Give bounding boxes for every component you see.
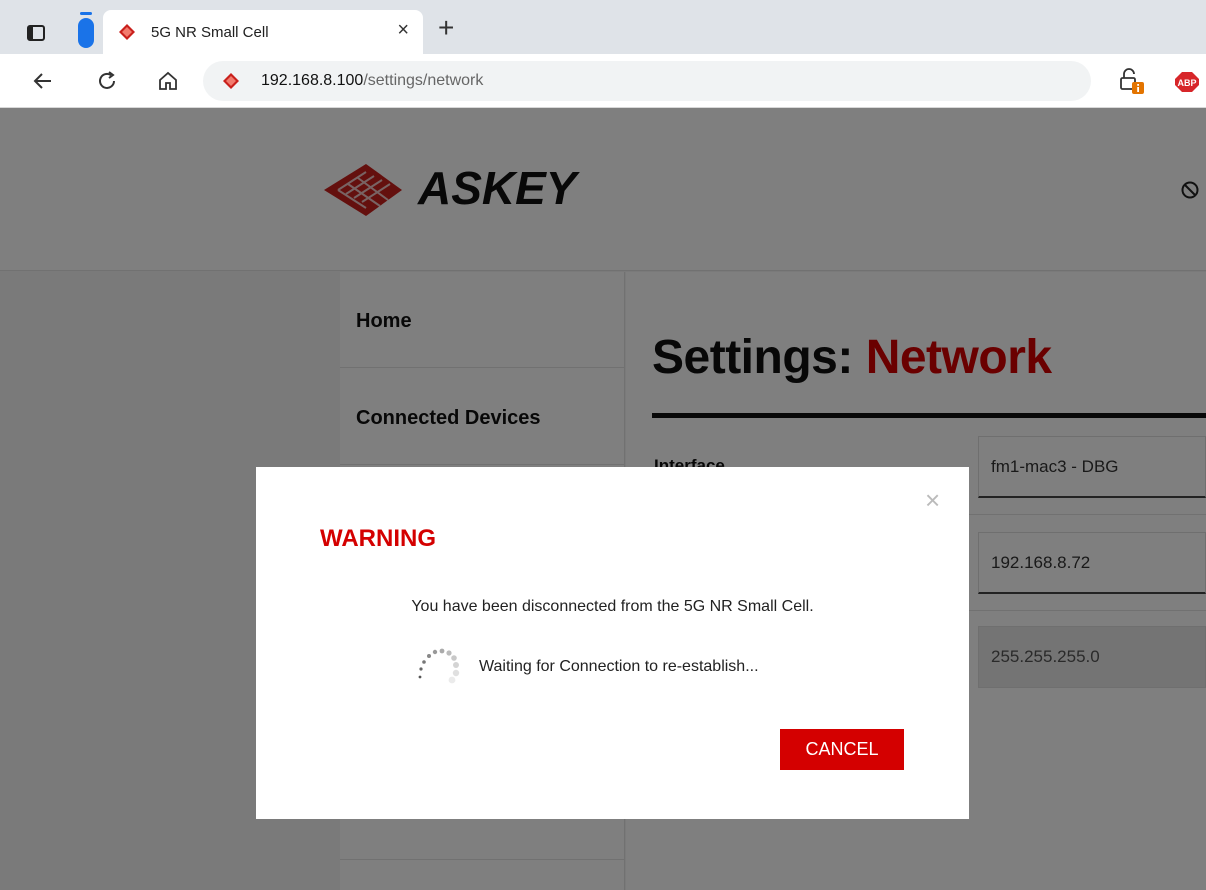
site-favicon-icon bbox=[221, 71, 241, 91]
waiting-text: Waiting for Connection to re-establish..… bbox=[479, 658, 759, 675]
new-tab-icon[interactable]: + bbox=[438, 14, 454, 42]
site-info-icon[interactable] bbox=[1118, 68, 1148, 96]
back-icon[interactable] bbox=[30, 68, 56, 94]
browser-toolbar: 192.168.8.100/settings/network ABP bbox=[0, 54, 1206, 108]
askey-favicon-icon bbox=[117, 22, 137, 42]
disconnect-message: You have been disconnected from the 5G N… bbox=[411, 598, 814, 615]
browser-tab[interactable]: 5G NR Small Cell × bbox=[103, 10, 423, 54]
address-path: /settings/network bbox=[363, 72, 484, 89]
adblock-label: ABP bbox=[1177, 78, 1196, 88]
sidebar-icon[interactable] bbox=[26, 23, 46, 43]
vertical-tabs-icon[interactable] bbox=[77, 12, 95, 48]
home-icon[interactable] bbox=[155, 68, 181, 94]
adblock-icon[interactable]: ABP bbox=[1175, 72, 1199, 92]
address-host: 192.168.8.100 bbox=[261, 72, 364, 89]
warning-dialog: × WARNING You have been disconnected fro… bbox=[256, 467, 969, 819]
address-bar[interactable]: 192.168.8.100/settings/network bbox=[203, 61, 1091, 101]
close-icon[interactable]: × bbox=[925, 487, 940, 513]
tab-title: 5G NR Small Cell bbox=[151, 23, 269, 41]
close-tab-icon[interactable]: × bbox=[397, 20, 409, 40]
reload-icon[interactable] bbox=[94, 68, 120, 94]
cancel-button[interactable]: CANCEL bbox=[780, 729, 904, 770]
dialog-title: WARNING bbox=[320, 525, 436, 552]
loading-spinner-icon bbox=[414, 639, 466, 691]
browser-tab-bar: 5G NR Small Cell × + bbox=[0, 0, 1206, 62]
